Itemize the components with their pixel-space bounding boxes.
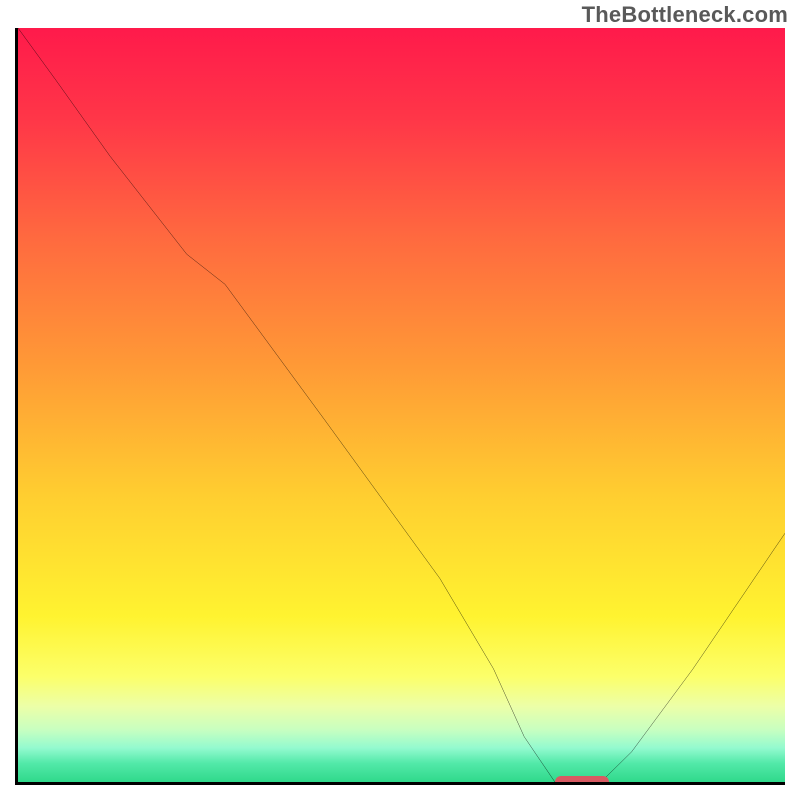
optimal-range-marker (555, 776, 609, 785)
bottleneck-curve (18, 28, 785, 782)
attribution-text: TheBottleneck.com (582, 2, 788, 28)
plot-area (15, 28, 785, 785)
